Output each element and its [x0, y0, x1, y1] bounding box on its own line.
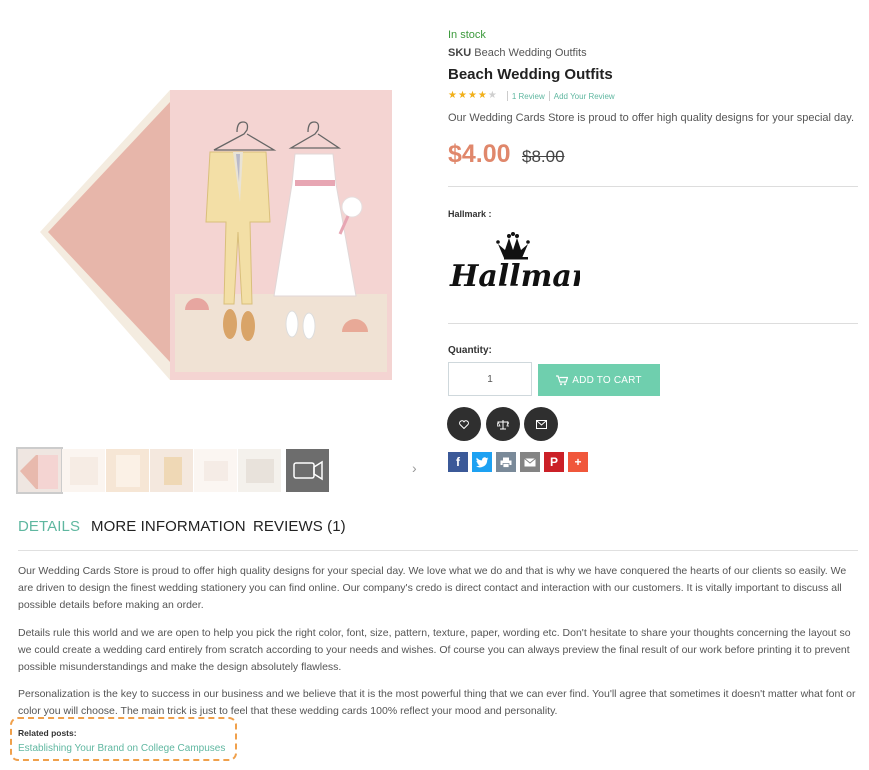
divider [506, 91, 508, 101]
divider [548, 91, 550, 101]
quantity-input[interactable] [448, 362, 532, 396]
sku-label: SKU [448, 47, 472, 59]
scale-icon [497, 419, 509, 429]
star-icon: ★ [477, 90, 487, 101]
envelope-icon [535, 419, 547, 429]
hallmark-logo[interactable]: Hallmark [448, 230, 608, 296]
related-posts-highlight [10, 717, 237, 761]
details-paragraph: Details rule this world and we are open … [18, 627, 851, 673]
related-post-link[interactable]: Establishing Your Brand on College Campu… [18, 743, 225, 754]
price: $4.00 [448, 140, 511, 168]
short-description: Our Wedding Cards Store is proud to offe… [448, 112, 854, 124]
quantity-label: Quantity: [448, 345, 492, 356]
details-paragraph: Personalization is the key to success in… [18, 688, 856, 717]
thumbnail[interactable] [16, 447, 63, 494]
tab-divider [18, 550, 858, 551]
video-thumbnail[interactable] [286, 449, 329, 492]
add-to-cart-label: ADD TO CART [572, 374, 642, 386]
thumbnail[interactable] [106, 449, 149, 492]
email-friend-button[interactable] [524, 407, 558, 441]
rating-summary: ★ ★ ★ ★ ★ 1 Review Add Your Review [448, 90, 615, 102]
pinterest-icon[interactable]: P [544, 452, 564, 472]
divider [448, 186, 858, 187]
sku-value: Beach Wedding Outfits [474, 47, 587, 59]
thumbnail[interactable] [62, 449, 105, 492]
twitter-icon[interactable] [472, 452, 492, 472]
details-paragraph: Our Wedding Cards Store is proud to offe… [18, 565, 847, 611]
star-icon: ★ [467, 90, 477, 101]
old-price: $8.00 [522, 147, 565, 166]
gallery-next-arrow-icon[interactable]: › [412, 460, 426, 480]
tab-reviews[interactable]: REVIEWS (1) [253, 518, 346, 535]
add-review-link[interactable]: Add Your Review [554, 92, 615, 101]
plus-icon[interactable]: + [568, 452, 588, 472]
rating-stars: ★ ★ ★ ★ ★ [448, 91, 497, 101]
tab-more-information[interactable]: MORE INFORMATION [91, 518, 246, 535]
related-posts-title: Related posts: [18, 728, 77, 738]
thumbnail-strip [16, 447, 430, 494]
add-to-cart-button[interactable]: ADD TO CART [538, 364, 660, 396]
facebook-icon[interactable]: f [448, 452, 468, 472]
product-main-image[interactable] [30, 62, 405, 397]
tab-details[interactable]: DETAILS [18, 518, 80, 535]
svg-text:Hallmark: Hallmark [449, 259, 580, 294]
cart-icon [556, 374, 569, 385]
reviews-link[interactable]: 1 Review [512, 92, 545, 101]
thumbnail[interactable] [194, 449, 237, 492]
product-title: Beach Wedding Outfits [448, 66, 613, 83]
star-icon: ★ [457, 90, 467, 101]
wishlist-button[interactable] [447, 407, 481, 441]
stock-status: In stock [448, 29, 486, 41]
compare-button[interactable] [486, 407, 520, 441]
thumbnail[interactable] [150, 449, 193, 492]
heart-icon [459, 419, 469, 429]
brand-label: Hallmark : [448, 209, 492, 219]
star-icon: ★ [487, 90, 497, 101]
divider [448, 323, 858, 324]
star-icon: ★ [448, 90, 457, 101]
sku: SKU Beach Wedding Outfits [448, 47, 587, 59]
email-icon[interactable] [520, 452, 540, 472]
print-icon[interactable] [496, 452, 516, 472]
thumbnail[interactable] [238, 449, 281, 492]
